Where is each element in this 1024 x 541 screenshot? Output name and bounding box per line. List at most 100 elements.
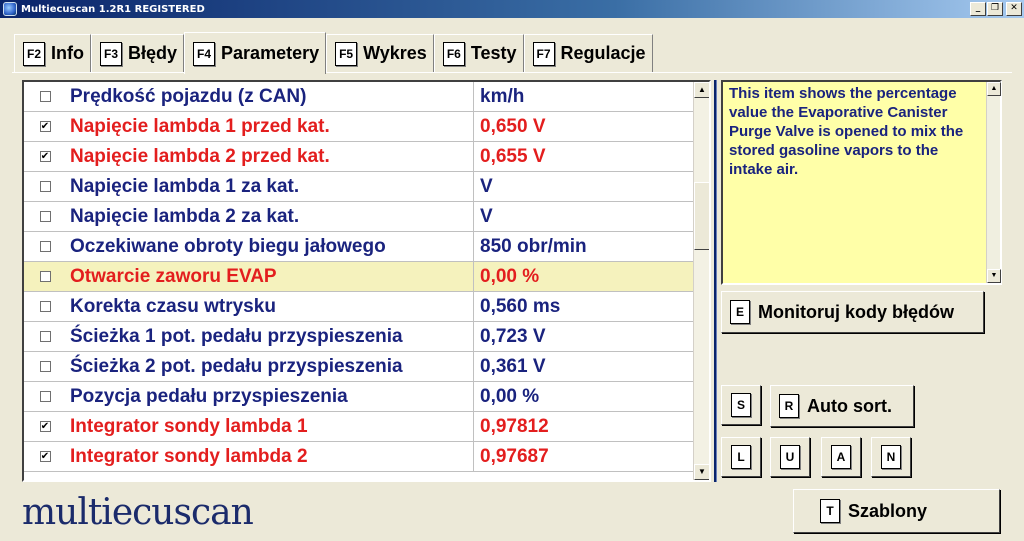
button-label: Auto sort. [807, 395, 892, 416]
parameter-row[interactable]: Oczekiwane obroty biegu jałowego 850 obr/… [24, 232, 695, 262]
parameter-row[interactable]: ✔ Integrator sondy lambda 2 0,97687 [24, 442, 695, 472]
parameter-row[interactable]: ✔ Napięcie lambda 1 przed kat. 0,650 V [24, 112, 695, 142]
parameter-checkbox[interactable]: ✔ [39, 451, 51, 462]
checkbox-cell: ✔ [24, 421, 66, 432]
checkbox-cell: ✔ [24, 121, 66, 132]
l-button[interactable]: L [721, 437, 761, 477]
parameter-row[interactable]: Prędkość pojazdu (z CAN) km/h [24, 82, 695, 112]
fkey-badge: S [731, 393, 751, 417]
templates-button[interactable]: T Szablony [793, 489, 1000, 533]
tab-label: Info [51, 43, 84, 63]
monitor-error-codes-button[interactable]: E Monitoruj kody błędów [721, 291, 984, 333]
parameter-checkbox[interactable] [39, 271, 51, 282]
parameter-rows: Prędkość pojazdu (z CAN) km/h ✔ Napięcie la… [24, 82, 695, 480]
parameter-name: Prędkość pojazdu (z CAN) [66, 82, 474, 111]
parameter-value: 0,97687 [480, 445, 549, 467]
tab-label: Regulacje [560, 43, 646, 63]
button-label: Szablony [848, 500, 928, 521]
parameter-name: Integrator sondy lambda 2 [66, 442, 474, 471]
parameter-value: 0,361 V [480, 355, 546, 377]
desc-scroll-up-button[interactable]: ▲ [987, 82, 1001, 96]
parameter-value: 0,723 V [480, 325, 546, 347]
fkey-badge: R [779, 394, 799, 418]
checkbox-cell [24, 331, 66, 342]
tab-regulacje[interactable]: F7 Regulacje [523, 34, 653, 72]
parameter-name: Napięcie lambda 1 przed kat. [66, 112, 474, 141]
parameter-checkbox[interactable]: ✔ [39, 121, 51, 132]
parameter-row-partial[interactable] [24, 472, 695, 480]
parameter-value: 0,655 V [480, 145, 546, 167]
table-scrollbar[interactable]: ▲ ▼ [693, 82, 709, 480]
tab-parametery[interactable]: F4 Parametery [184, 32, 327, 74]
a-button[interactable]: A [821, 437, 861, 477]
parameter-row[interactable]: Korekta czasu wtrysku 0,560 ms [24, 292, 695, 322]
parameter-table[interactable]: Prędkość pojazdu (z CAN) km/h ✔ Napięcie la… [22, 80, 711, 482]
desc-scroll-down-button[interactable]: ▼ [987, 269, 1001, 283]
parameter-row[interactable]: ✔ Napięcie lambda 2 przed kat. 0,655 V [24, 142, 695, 172]
checkbox-cell: ✔ [24, 151, 66, 162]
tab-bar: F2 Info F3 Błędy F4 Parametery F5 Wykres… [14, 32, 653, 74]
fkey-badge: F4 [193, 41, 216, 66]
tab-bledy[interactable]: F3 Błędy [91, 34, 185, 72]
parameter-value: 0,650 V [480, 115, 546, 137]
checkbox-cell [24, 241, 66, 252]
button-label: Monitoruj kody błędów [758, 301, 954, 322]
scroll-thumb[interactable] [694, 182, 709, 250]
description-scrollbar[interactable]: ▲ ▼ [986, 82, 1001, 283]
title-bar: Multiecuscan 1.2R1 REGISTERED _ ❐ ✕ [0, 0, 1024, 18]
fkey-badge: U [780, 445, 800, 469]
parameter-value: V [480, 175, 493, 197]
fkey-badge: T [820, 499, 840, 523]
parameter-checkbox[interactable] [39, 391, 51, 402]
parameter-row[interactable]: Pozycja pedału przyspieszenia 0,00 % [24, 382, 695, 412]
parameter-checkbox[interactable] [39, 361, 51, 372]
minimize-button[interactable]: _ [970, 2, 986, 16]
restore-button[interactable]: ❐ [987, 2, 1003, 16]
parameter-name: Korekta czasu wtrysku [66, 292, 474, 321]
window-title: Multiecuscan 1.2R1 REGISTERED [21, 3, 205, 15]
checkbox-cell [24, 211, 66, 222]
parameter-row[interactable]: Ścieżka 2 pot. pedału przyspieszenia 0,36… [24, 352, 695, 382]
parameter-value: 850 obr/min [480, 235, 587, 257]
parameter-checkbox[interactable] [39, 331, 51, 342]
parameter-checkbox[interactable] [39, 301, 51, 312]
parameter-checkbox[interactable] [39, 211, 51, 222]
parameter-value: 0,00 % [480, 385, 540, 407]
fkey-badge: L [731, 445, 751, 469]
scroll-down-button[interactable]: ▼ [694, 464, 709, 480]
tab-testy[interactable]: F6 Testy [433, 34, 524, 72]
description-box: This item shows the percentage value the… [721, 80, 1002, 285]
parameter-name: Integrator sondy lambda 1 [66, 412, 474, 441]
checkbox-cell [24, 271, 66, 282]
parameter-row[interactable]: ✔ Integrator sondy lambda 1 0,97812 [24, 412, 695, 442]
parameter-row[interactable]: Ścieżka 1 pot. pedału przyspieszenia 0,72… [24, 322, 695, 352]
parameter-value: km/h [480, 85, 525, 107]
panel-border [12, 72, 1012, 74]
parameter-row[interactable]: Otwarcie zaworu EVAP 0,00 % [24, 262, 695, 292]
close-button[interactable]: ✕ [1006, 2, 1022, 16]
parameter-row[interactable]: Napięcie lambda 1 za kat. V [24, 172, 695, 202]
parameter-checkbox[interactable] [39, 241, 51, 252]
s-button[interactable]: S [721, 385, 761, 425]
multiecuscan-logo: multiecuscan [22, 492, 254, 533]
parameter-checkbox[interactable] [39, 91, 51, 102]
parameter-name: Napięcie lambda 2 za kat. [66, 202, 474, 231]
tab-wykres[interactable]: F5 Wykres [326, 34, 434, 72]
checkbox-cell [24, 391, 66, 402]
fkey-badge: A [831, 445, 851, 469]
fkey-badge: F7 [532, 41, 555, 66]
parameter-checkbox[interactable]: ✔ [39, 151, 51, 162]
scroll-up-button[interactable]: ▲ [694, 82, 709, 98]
checkbox-cell [24, 181, 66, 192]
parameter-checkbox[interactable]: ✔ [39, 421, 51, 432]
u-button[interactable]: U [770, 437, 810, 477]
parameter-name: Ścieżka 1 pot. pedału przyspieszenia [66, 322, 474, 351]
auto-sort-button[interactable]: R Auto sort. [770, 385, 914, 427]
n-button[interactable]: N [871, 437, 911, 477]
parameter-name: Pozycja pedału przyspieszenia [66, 382, 474, 411]
parameter-row[interactable]: Napięcie lambda 2 za kat. V [24, 202, 695, 232]
tab-info[interactable]: F2 Info [14, 34, 91, 72]
panel-divider[interactable] [714, 80, 717, 482]
parameter-checkbox[interactable] [39, 181, 51, 192]
fkey-badge: F2 [23, 41, 45, 66]
